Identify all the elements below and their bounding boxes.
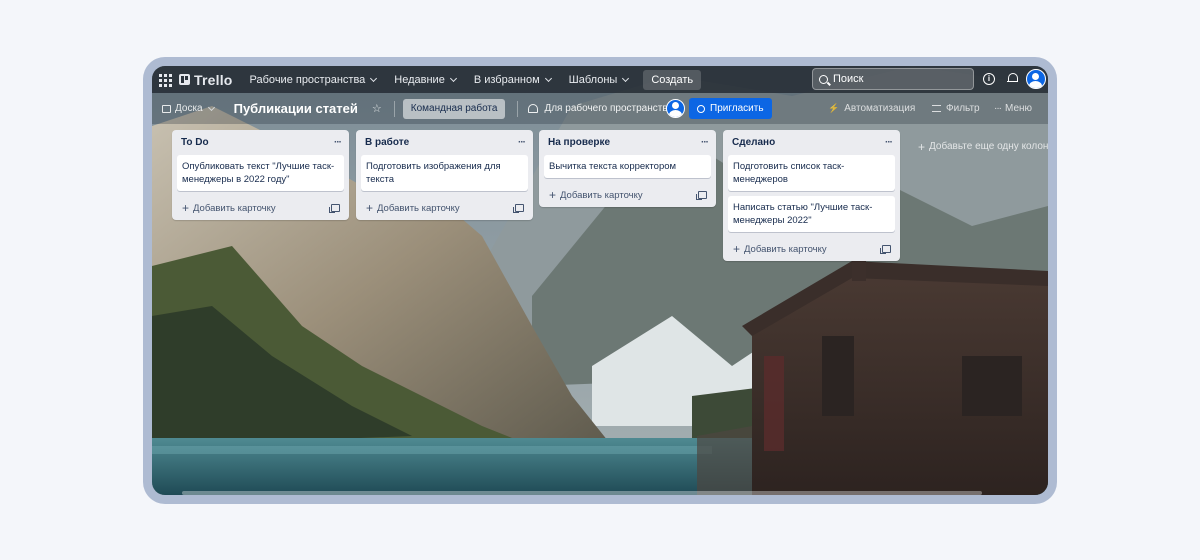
card-template-icon[interactable] xyxy=(513,204,524,213)
add-list-button[interactable]: + Добавьте еще одну колонку xyxy=(918,139,1048,154)
trello-logo[interactable]: Trello xyxy=(179,72,233,88)
board-view-switcher[interactable]: Доска xyxy=(162,103,215,114)
visibility-label: Для рабочего пространства xyxy=(544,103,674,114)
search-input[interactable]: Поиск xyxy=(812,68,974,90)
device-frame: Trello Рабочие пространства Недавние В и… xyxy=(143,57,1057,504)
list-review: На проверке ··· Вычитка текста корректор… xyxy=(539,130,716,207)
filter-label: Фильтр xyxy=(946,103,980,114)
account-avatar[interactable] xyxy=(1026,69,1046,89)
divider xyxy=(517,100,519,117)
people-icon xyxy=(528,104,539,113)
list-menu-icon[interactable]: ··· xyxy=(885,137,893,148)
nav-workspaces[interactable]: Рабочие пространства xyxy=(249,73,378,86)
list-header[interactable]: На проверке ··· xyxy=(539,130,716,155)
board-icon xyxy=(162,104,171,113)
star-icon[interactable]: ☆ xyxy=(372,102,382,115)
lightning-icon: ⚡ xyxy=(828,103,840,113)
chevron-down-icon xyxy=(622,74,630,82)
add-list-label: Добавьте еще одну колонку xyxy=(929,141,1048,152)
list-menu-icon[interactable]: ··· xyxy=(701,137,709,148)
automation-label: Автоматизация xyxy=(844,103,916,114)
nav-templates-label: Шаблоны xyxy=(568,73,618,86)
nav-starred-label: В избранном xyxy=(473,73,540,86)
list-menu-icon[interactable]: ··· xyxy=(334,137,342,148)
filter-button[interactable]: Фильтр xyxy=(932,93,980,124)
list-title: На проверке xyxy=(548,137,611,148)
plus-icon: + xyxy=(733,242,741,256)
add-card-label: Добавить карточку xyxy=(560,189,643,201)
chevron-down-icon xyxy=(544,74,552,82)
menu-button[interactable]: ··· Меню xyxy=(994,93,1032,124)
nav-starred[interactable]: В избранном xyxy=(473,73,552,86)
horizontal-scrollbar[interactable] xyxy=(182,491,982,495)
chevron-down-icon xyxy=(207,103,215,111)
add-card-button[interactable]: + Добавить карточку xyxy=(539,183,716,207)
list-done: Сделано ··· Подготовить список таск-мене… xyxy=(723,130,900,261)
add-card-button[interactable]: + Добавить карточку xyxy=(356,196,533,220)
plus-icon: + xyxy=(182,201,190,215)
nav-templates[interactable]: Шаблоны xyxy=(568,73,630,86)
card[interactable]: Вычитка текста корректором xyxy=(544,155,711,178)
board-view-label: Доска xyxy=(175,103,203,114)
trello-screen: Trello Рабочие пространства Недавние В и… xyxy=(152,66,1048,495)
menu-label: Меню xyxy=(1005,103,1033,114)
add-card-label: Добавить карточку xyxy=(744,243,827,255)
bell-icon[interactable] xyxy=(1007,73,1018,84)
chevron-down-icon xyxy=(449,74,457,82)
card-template-icon[interactable] xyxy=(696,191,707,200)
nav-workspaces-label: Рабочие пространства xyxy=(249,73,366,86)
board-title[interactable]: Публикации статей xyxy=(234,101,358,116)
search-icon xyxy=(819,74,828,84)
card[interactable]: Опубликовать текст "Лучшие таск-менеджер… xyxy=(177,155,344,191)
divider xyxy=(393,100,395,117)
trello-logo-icon xyxy=(179,74,190,85)
team-workspace-button[interactable]: Командная работа xyxy=(402,98,506,119)
list-title: В работе xyxy=(365,137,410,148)
plus-icon: + xyxy=(549,188,557,202)
board-header: Доска Публикации статей ☆ Командная рабо… xyxy=(152,93,1048,124)
list-in-progress: В работе ··· Подготовить изображения для… xyxy=(356,130,533,220)
logo-text: Trello xyxy=(194,71,233,88)
info-icon[interactable]: i xyxy=(983,73,995,85)
list-menu-icon[interactable]: ··· xyxy=(518,137,526,148)
add-user-icon xyxy=(697,104,705,113)
list-title: Сделано xyxy=(732,137,776,148)
plus-icon: + xyxy=(366,201,374,215)
list-header[interactable]: В работе ··· xyxy=(356,130,533,155)
card[interactable]: Подготовить изображения для текста xyxy=(361,155,528,191)
create-button[interactable]: Создать xyxy=(643,69,702,90)
add-card-button[interactable]: + Добавить карточку xyxy=(723,237,900,261)
nav-recent-label: Недавние xyxy=(394,73,445,86)
list-title: To Do xyxy=(181,137,209,148)
member-avatar[interactable] xyxy=(666,99,685,118)
automation-button[interactable]: ⚡ Автоматизация xyxy=(828,93,915,124)
visibility-button[interactable]: Для рабочего пространства xyxy=(528,103,673,114)
filter-icon xyxy=(932,105,941,112)
apps-grid-icon[interactable] xyxy=(158,73,172,87)
search-placeholder: Поиск xyxy=(833,73,864,85)
card[interactable]: Подготовить список таск-менеджеров xyxy=(728,155,895,191)
top-navigation: Trello Рабочие пространства Недавние В и… xyxy=(152,66,1048,93)
add-card-label: Добавить карточку xyxy=(193,202,276,214)
invite-label: Пригласить xyxy=(710,103,764,114)
card-template-icon[interactable] xyxy=(329,204,340,213)
nav-recent[interactable]: Недавние xyxy=(394,73,457,86)
list-header[interactable]: Сделано ··· xyxy=(723,130,900,155)
plus-icon: + xyxy=(918,139,926,154)
list-todo: To Do ··· Опубликовать текст "Лучшие тас… xyxy=(172,130,349,220)
invite-button[interactable]: Пригласить xyxy=(689,98,772,119)
more-dots-icon: ··· xyxy=(994,103,1002,114)
add-card-label: Добавить карточку xyxy=(377,202,460,214)
card[interactable]: Написать статью "Лучшие таск-менеджеры 2… xyxy=(728,196,895,232)
card-template-icon[interactable] xyxy=(880,245,891,254)
chevron-down-icon xyxy=(370,74,378,82)
list-header[interactable]: To Do ··· xyxy=(172,130,349,155)
add-card-button[interactable]: + Добавить карточку xyxy=(172,196,349,220)
